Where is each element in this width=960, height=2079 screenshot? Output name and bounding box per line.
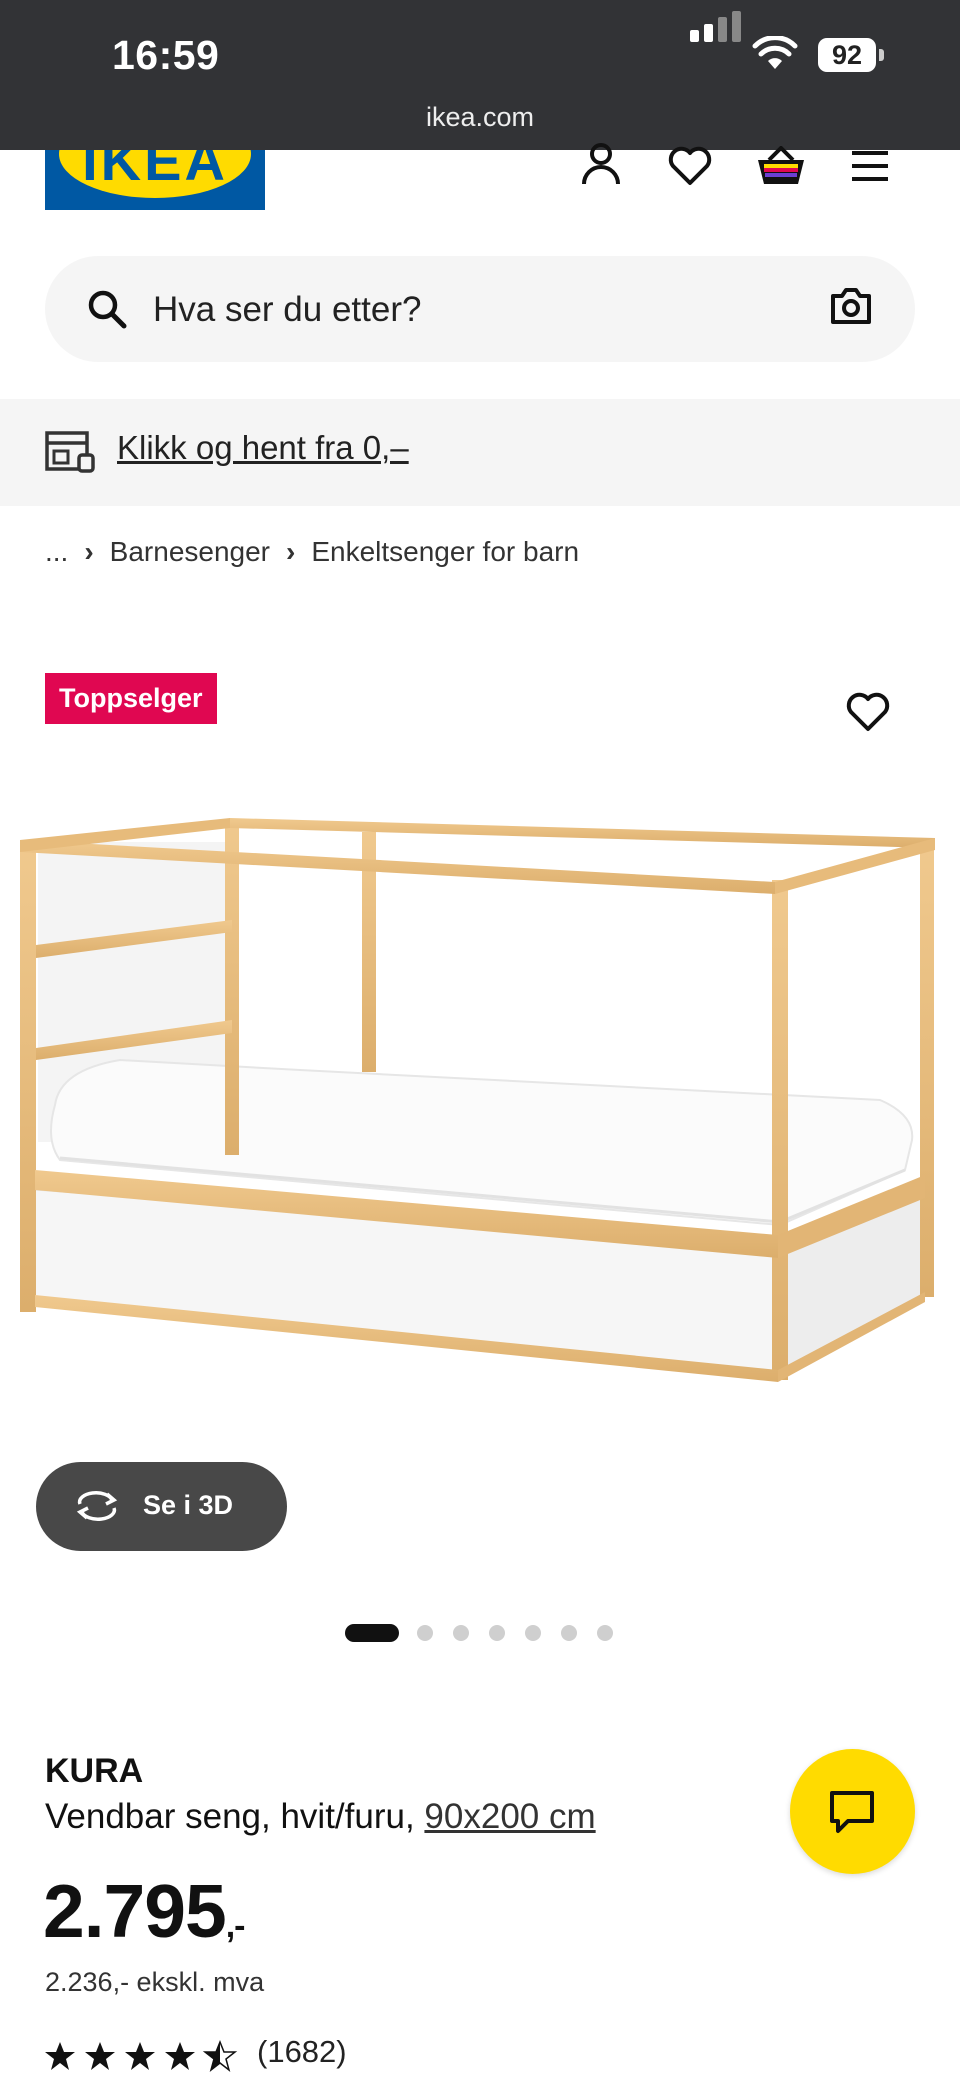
breadcrumb-more[interactable]: ... <box>45 536 68 567</box>
rating[interactable]: (1682) <box>45 2034 347 2078</box>
basket-icon[interactable] <box>756 146 806 186</box>
status-bar: 16:59 92 ikea.com <box>0 0 960 150</box>
gallery-dot-5[interactable] <box>525 1625 541 1641</box>
product-image[interactable] <box>0 770 960 1450</box>
gallery-pagination <box>0 1622 960 1642</box>
price-value: 2.795 <box>43 1869 227 1953</box>
gallery-dot-3[interactable] <box>453 1625 469 1641</box>
logo-text: IKEA <box>82 150 228 192</box>
product-type: Vendbar seng, hvit/furu, <box>45 1797 415 1836</box>
breadcrumb-enkeltsenger[interactable]: Enkeltsenger for barn <box>311 536 579 567</box>
rating-stars-icon <box>45 2041 236 2071</box>
view-3d-label: Se i 3D <box>143 1490 234 1520</box>
ikea-logo[interactable]: IKEA <box>45 150 265 210</box>
review-count[interactable]: (1682) <box>257 2034 347 2070</box>
breadcrumb-barnesenger[interactable]: Barnesenger <box>110 536 270 567</box>
camera-icon[interactable] <box>829 286 873 326</box>
favourite-heart-icon[interactable] <box>846 692 890 732</box>
gallery-dot-4[interactable] <box>489 1625 505 1641</box>
chevron-right-icon: › <box>286 536 296 567</box>
price-suffix: ,- <box>225 1907 246 1945</box>
click-collect-link[interactable]: Klikk og hent fra 0,– <box>117 429 409 467</box>
product-price: 2.795,- <box>43 1868 246 1954</box>
chat-button[interactable] <box>790 1749 915 1874</box>
heart-icon[interactable] <box>668 146 712 186</box>
chat-icon <box>830 1791 874 1833</box>
price-excl-vat: 2.236,- ekskl. mva <box>45 1967 265 1997</box>
product-description: Vendbar seng, hvit/furu, 90x200 cm <box>45 1797 596 1837</box>
url-label[interactable]: ikea.com <box>0 102 960 133</box>
status-badge: Toppselger <box>45 673 217 724</box>
chevron-right-icon: › <box>84 536 94 567</box>
gallery-dot-2[interactable] <box>417 1625 433 1641</box>
search-placeholder: Hva ser du etter? <box>153 290 422 329</box>
gallery-dot-7[interactable] <box>597 1625 613 1641</box>
product-name: KURA <box>45 1752 144 1790</box>
battery-indicator: 92 <box>818 38 876 72</box>
menu-icon[interactable] <box>850 150 890 182</box>
size-link[interactable]: 90x200 cm <box>424 1797 595 1836</box>
gallery-dot-6[interactable] <box>561 1625 577 1641</box>
rotate-3d-icon <box>76 1491 118 1521</box>
click-collect-banner[interactable]: Klikk og hent fra 0,– <box>0 399 960 506</box>
store-icon <box>45 431 95 473</box>
breadcrumb: ... › Barnesenger › Enkeltsenger for barn <box>45 536 579 568</box>
search-bar[interactable]: Hva ser du etter? <box>45 256 915 362</box>
account-icon[interactable] <box>580 140 622 186</box>
search-icon <box>88 290 127 329</box>
wifi-icon <box>752 36 798 69</box>
battery-cap <box>879 49 884 61</box>
gallery-dot-1[interactable] <box>345 1624 399 1642</box>
status-time: 16:59 <box>112 32 220 78</box>
view-3d-button[interactable]: Se i 3D <box>36 1462 287 1551</box>
